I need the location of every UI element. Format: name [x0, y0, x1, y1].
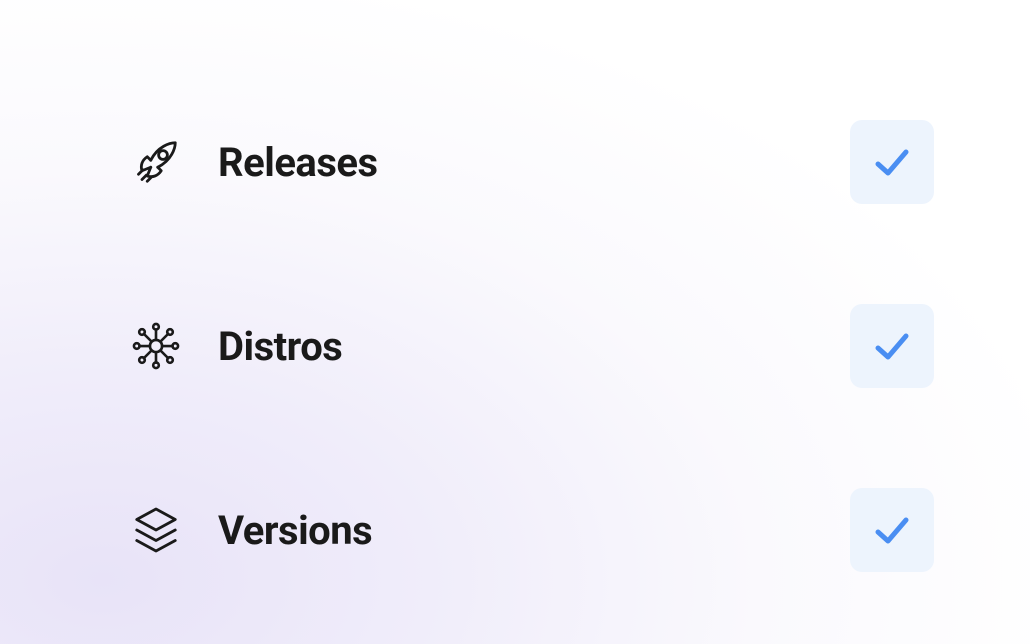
label-group: Releases: [124, 130, 378, 194]
check-icon: [870, 508, 914, 552]
versions-checkbox[interactable]: [850, 488, 934, 572]
releases-label: Releases: [218, 139, 378, 186]
list-item: Distros: [124, 304, 934, 388]
distros-checkbox[interactable]: [850, 304, 934, 388]
check-icon: [870, 324, 914, 368]
feature-list: Releases Dist: [124, 120, 934, 572]
versions-label: Versions: [218, 507, 372, 554]
rocket-icon: [124, 130, 188, 194]
releases-checkbox[interactable]: [850, 120, 934, 204]
label-group: Distros: [124, 314, 342, 378]
check-icon: [870, 140, 914, 184]
hub-icon: [124, 314, 188, 378]
distros-label: Distros: [218, 323, 342, 370]
label-group: Versions: [124, 498, 372, 562]
list-item: Releases: [124, 120, 934, 204]
layers-icon: [124, 498, 188, 562]
list-item: Versions: [124, 488, 934, 572]
